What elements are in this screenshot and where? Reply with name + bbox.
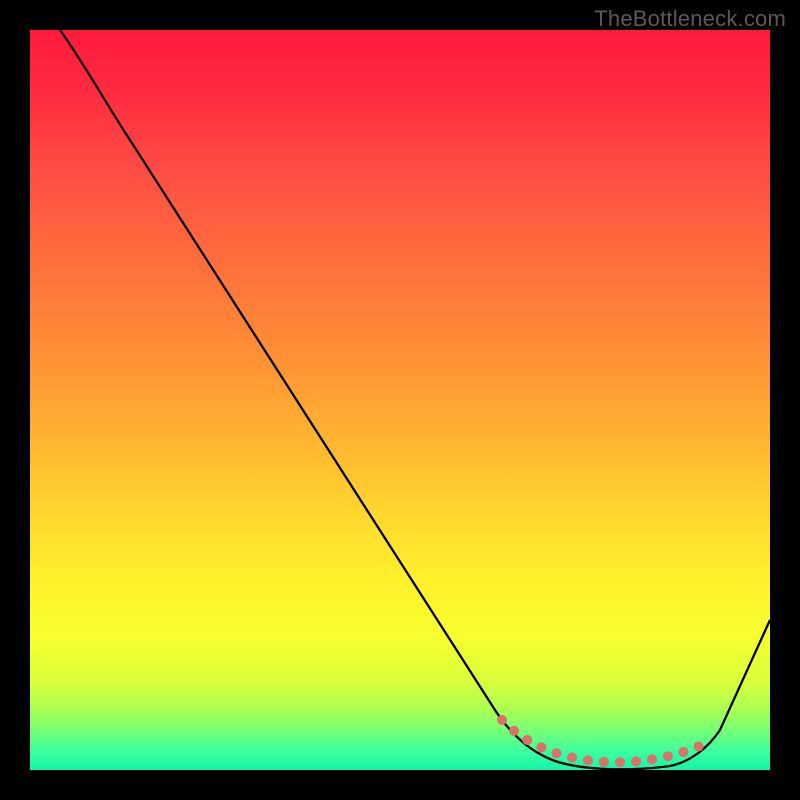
highlight-dots xyxy=(502,720,702,762)
main-curve xyxy=(60,30,770,769)
attribution-text: TheBottleneck.com xyxy=(594,6,786,32)
chart-stage: TheBottleneck.com xyxy=(0,0,800,800)
plot-area xyxy=(30,30,770,770)
highlight-dots-path xyxy=(502,720,702,762)
curve-layer xyxy=(30,30,770,770)
